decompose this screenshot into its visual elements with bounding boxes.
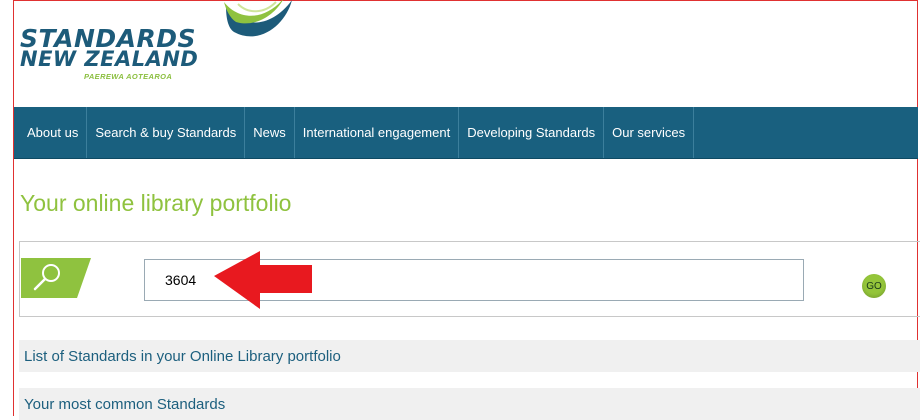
nav-item-search-buy-standards[interactable]: Search & buy Standards xyxy=(87,107,246,158)
logo-title-line2: NEW ZEALAND xyxy=(20,47,199,71)
nav-item-our-services[interactable]: Our services xyxy=(604,107,695,158)
site-logo[interactable]: STANDARDS NEW ZEALAND PAEREWA AOTEAROA xyxy=(20,0,292,84)
nav-item-news[interactable]: News xyxy=(245,107,295,158)
list-standards-link[interactable]: List of Standards in your Online Library… xyxy=(19,340,920,372)
logo-subtitle: PAEREWA AOTEAROA xyxy=(84,72,173,81)
page-title: Your online library portfolio xyxy=(20,190,292,216)
nav-item-about-us[interactable]: About us xyxy=(14,107,88,158)
main-nav: About us Search & buy Standards News Int… xyxy=(14,107,918,159)
common-standards-link[interactable]: Your most common Standards xyxy=(19,388,920,420)
logo-swoosh-icon xyxy=(224,0,292,37)
go-button[interactable]: GO xyxy=(862,274,886,298)
nav-item-developing-standards[interactable]: Developing Standards xyxy=(459,107,605,158)
search-icon xyxy=(21,258,91,298)
search-panel: GO xyxy=(19,241,920,317)
nav-item-international-engagement[interactable]: International engagement xyxy=(295,107,460,158)
red-arrow-annotation xyxy=(214,251,312,309)
